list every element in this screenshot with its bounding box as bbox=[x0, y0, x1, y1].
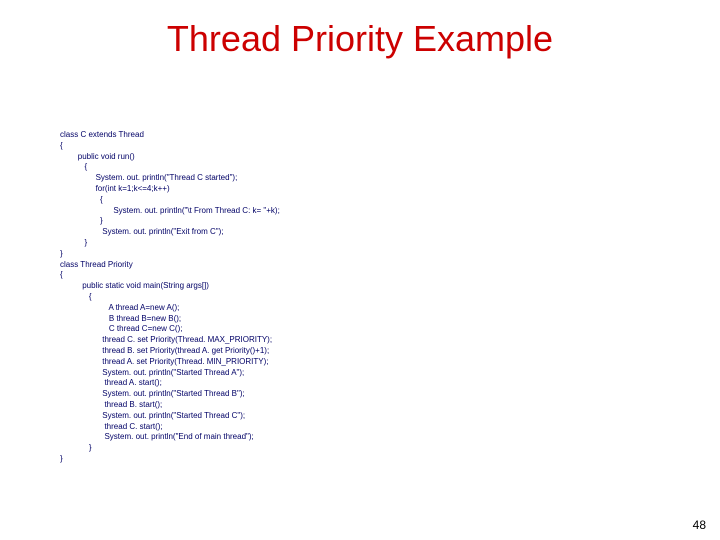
code-line: System. out. println("Started Thread A")… bbox=[60, 368, 244, 377]
slide-title: Thread Priority Example bbox=[0, 18, 720, 60]
code-line: A thread A=new A(); bbox=[60, 303, 179, 312]
code-line: thread C. set Priority(Thread. MAX_PRIOR… bbox=[60, 335, 272, 344]
code-line: } bbox=[60, 216, 103, 225]
slide: Thread Priority Example class C extends … bbox=[0, 0, 720, 540]
code-line: } bbox=[60, 238, 87, 247]
code-line: { bbox=[60, 270, 63, 279]
code-line: { bbox=[60, 162, 87, 171]
code-line: System. out. println("Started Thread B")… bbox=[60, 389, 245, 398]
code-line: } bbox=[60, 454, 63, 463]
code-line: thread B. set Priority(thread A. get Pri… bbox=[60, 346, 269, 355]
code-line: C thread C=new C(); bbox=[60, 324, 182, 333]
code-line: System. out. println("Thread C started")… bbox=[60, 173, 237, 182]
code-line: } bbox=[60, 443, 92, 452]
code-line: { bbox=[60, 292, 92, 301]
code-line: public void run() bbox=[60, 152, 135, 161]
code-line: System. out. println("\t From Thread C: … bbox=[60, 206, 280, 215]
code-line: thread B. start(); bbox=[60, 400, 162, 409]
code-line: B thread B=new B(); bbox=[60, 314, 181, 323]
code-line: class Thread Priority bbox=[60, 260, 133, 269]
code-line: for(int k=1;k<=4;k++) bbox=[60, 184, 170, 193]
code-line: thread C. start(); bbox=[60, 422, 163, 431]
code-line: class C extends Thread bbox=[60, 130, 144, 139]
code-line: System. out. println("Exit from C"); bbox=[60, 227, 224, 236]
code-line: { bbox=[60, 195, 103, 204]
code-line: thread A. start(); bbox=[60, 378, 162, 387]
code-line: System. out. println("Started Thread C")… bbox=[60, 411, 245, 420]
code-line: public static void main(String args[]) bbox=[60, 281, 209, 290]
code-line: thread A. set Priority(Thread. MIN_PRIOR… bbox=[60, 357, 269, 366]
code-line: { bbox=[60, 141, 63, 150]
code-line: } bbox=[60, 249, 63, 258]
code-block: class C extends Thread { public void run… bbox=[60, 130, 280, 465]
code-line: System. out. println("End of main thread… bbox=[60, 432, 254, 441]
page-number: 48 bbox=[693, 518, 706, 532]
